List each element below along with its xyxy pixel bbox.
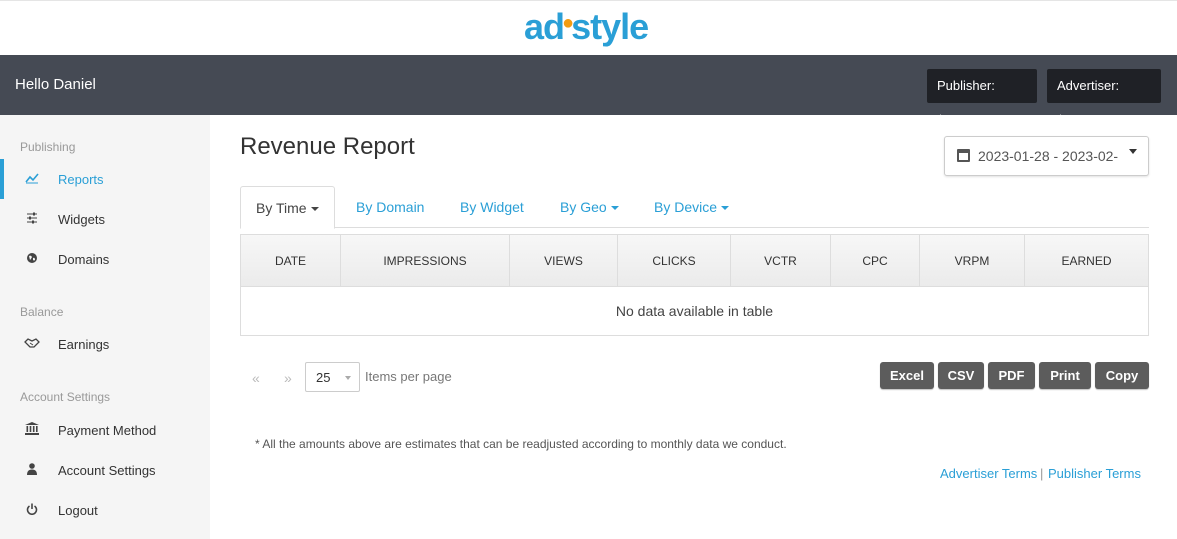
tab-label: By Time [256,200,307,216]
sidebar-item-label: Widgets [58,211,105,227]
sliders-icon [24,212,40,227]
column-header-earned[interactable]: EARNED [1025,235,1148,287]
line-chart-icon [24,172,40,187]
publisher-balance-label: Publisher: [937,78,995,93]
table-empty-message: No data available in table [615,303,774,319]
publisher-balance-value: $0.00 [937,112,970,127]
sidebar-item-label: Logout [58,502,98,518]
items-per-page-label: Items per page [365,369,452,384]
publisher-balance[interactable]: Publisher: $0.00 [927,69,1037,127]
tab-by-widget[interactable]: By Widget [460,186,524,228]
tab-label: By Domain [356,199,425,215]
sidebar-item-account-settings[interactable]: Account Settings [0,450,210,490]
column-header-clicks[interactable]: CLICKS [618,235,731,287]
page-title: Revenue Report [240,133,415,160]
sidebar-item-payment-method[interactable]: Payment Method [0,410,210,450]
tab-by-time[interactable]: By Time [240,186,335,229]
tab-label: By Widget [460,199,524,215]
sidebar-item-earnings[interactable]: Earnings [0,324,210,364]
logo-text-right: style [571,6,649,47]
handshake-icon [24,337,40,352]
caret-down-icon [310,207,319,212]
date-range-value: 2023-01-28 - 2023-02- [978,148,1118,164]
advertiser-balance-label: Advertiser: [1057,78,1120,93]
advertiser-terms-link[interactable]: Advertiser Terms [940,466,1037,481]
caret-down-icon [345,376,351,380]
caret-down-icon [610,206,619,211]
column-header-vrpm[interactable]: VRPM [920,235,1025,287]
calendar-icon [957,149,970,162]
export-csv-button[interactable]: CSV [938,362,984,389]
sidebar-item-label: Account Settings [58,462,156,478]
user-icon [24,462,40,478]
sidebar-item-label: Domains [58,251,110,267]
top-bar: ad●style [0,0,1177,55]
pager-prev-button[interactable]: « [252,370,260,386]
column-header-cpc[interactable]: CPC [831,235,920,287]
export-print-button[interactable]: Print [1039,362,1091,389]
sidebar-item-domains[interactable]: Domains [0,239,210,279]
report-tabs: By Time By Domain By Widget By Geo By De… [240,186,1149,229]
tab-label: By Geo [560,199,607,215]
export-pdf-button[interactable]: PDF [988,362,1035,389]
sidebar: Publishing Reports Widgets Domains Balan… [0,115,210,539]
tab-by-geo[interactable]: By Geo [560,186,619,228]
export-excel-button[interactable]: Excel [880,362,934,389]
column-header-impressions[interactable]: IMPRESSIONS [341,235,510,287]
column-header-views[interactable]: VIEWS [510,235,618,287]
revenue-table: DATE IMPRESSIONS VIEWS CLICKS VCTR CPC V… [240,234,1149,336]
column-header-date[interactable]: DATE [241,235,341,287]
advertiser-balance-value: $0.00 [1057,112,1090,127]
sidebar-item-widgets[interactable]: Widgets [0,199,210,239]
bank-icon [24,422,40,438]
items-per-page-value: 25 [316,370,331,385]
power-icon [24,503,40,518]
adstyle-logo[interactable]: ad●style [524,6,649,53]
tab-label: By Device [654,199,718,215]
sidebar-item-label: Reports [58,171,104,187]
caret-down-icon [1129,149,1137,154]
pager-next-button[interactable]: » [284,370,292,386]
terms-separator: | [1040,466,1044,481]
sidebar-item-logout[interactable]: Logout [0,490,210,530]
tab-by-domain[interactable]: By Domain [356,186,424,228]
items-per-page-select[interactable]: 25 [305,362,360,392]
logo-text-left: ad [524,6,565,47]
greeting: Hello Daniel [15,76,96,93]
sidebar-section-publishing: Publishing [20,140,76,154]
date-range-picker[interactable]: 2023-01-28 - 2023-02- [944,136,1149,176]
export-copy-button[interactable]: Copy [1095,362,1149,389]
tab-by-device[interactable]: By Device [654,186,730,228]
logo-dot-icon: ● [562,12,574,34]
sidebar-item-reports[interactable]: Reports [0,159,210,199]
table-header: DATE IMPRESSIONS VIEWS CLICKS VCTR CPC V… [241,235,1148,287]
estimates-note: * All the amounts above are estimates th… [255,437,787,451]
globe-icon [24,252,40,267]
publisher-terms-link[interactable]: Publisher Terms [1048,466,1141,481]
sidebar-section-balance: Balance [20,305,64,319]
sidebar-section-account-settings: Account Settings [20,390,111,404]
sidebar-item-label: Payment Method [58,422,157,438]
advertiser-balance[interactable]: Advertiser: $0.00 [1047,69,1161,127]
caret-down-icon [721,206,730,211]
column-header-vctr[interactable]: VCTR [731,235,831,287]
sidebar-item-label: Earnings [58,336,110,352]
header-bar: Hello Daniel Publisher: $0.00 Advertiser… [0,55,1177,127]
